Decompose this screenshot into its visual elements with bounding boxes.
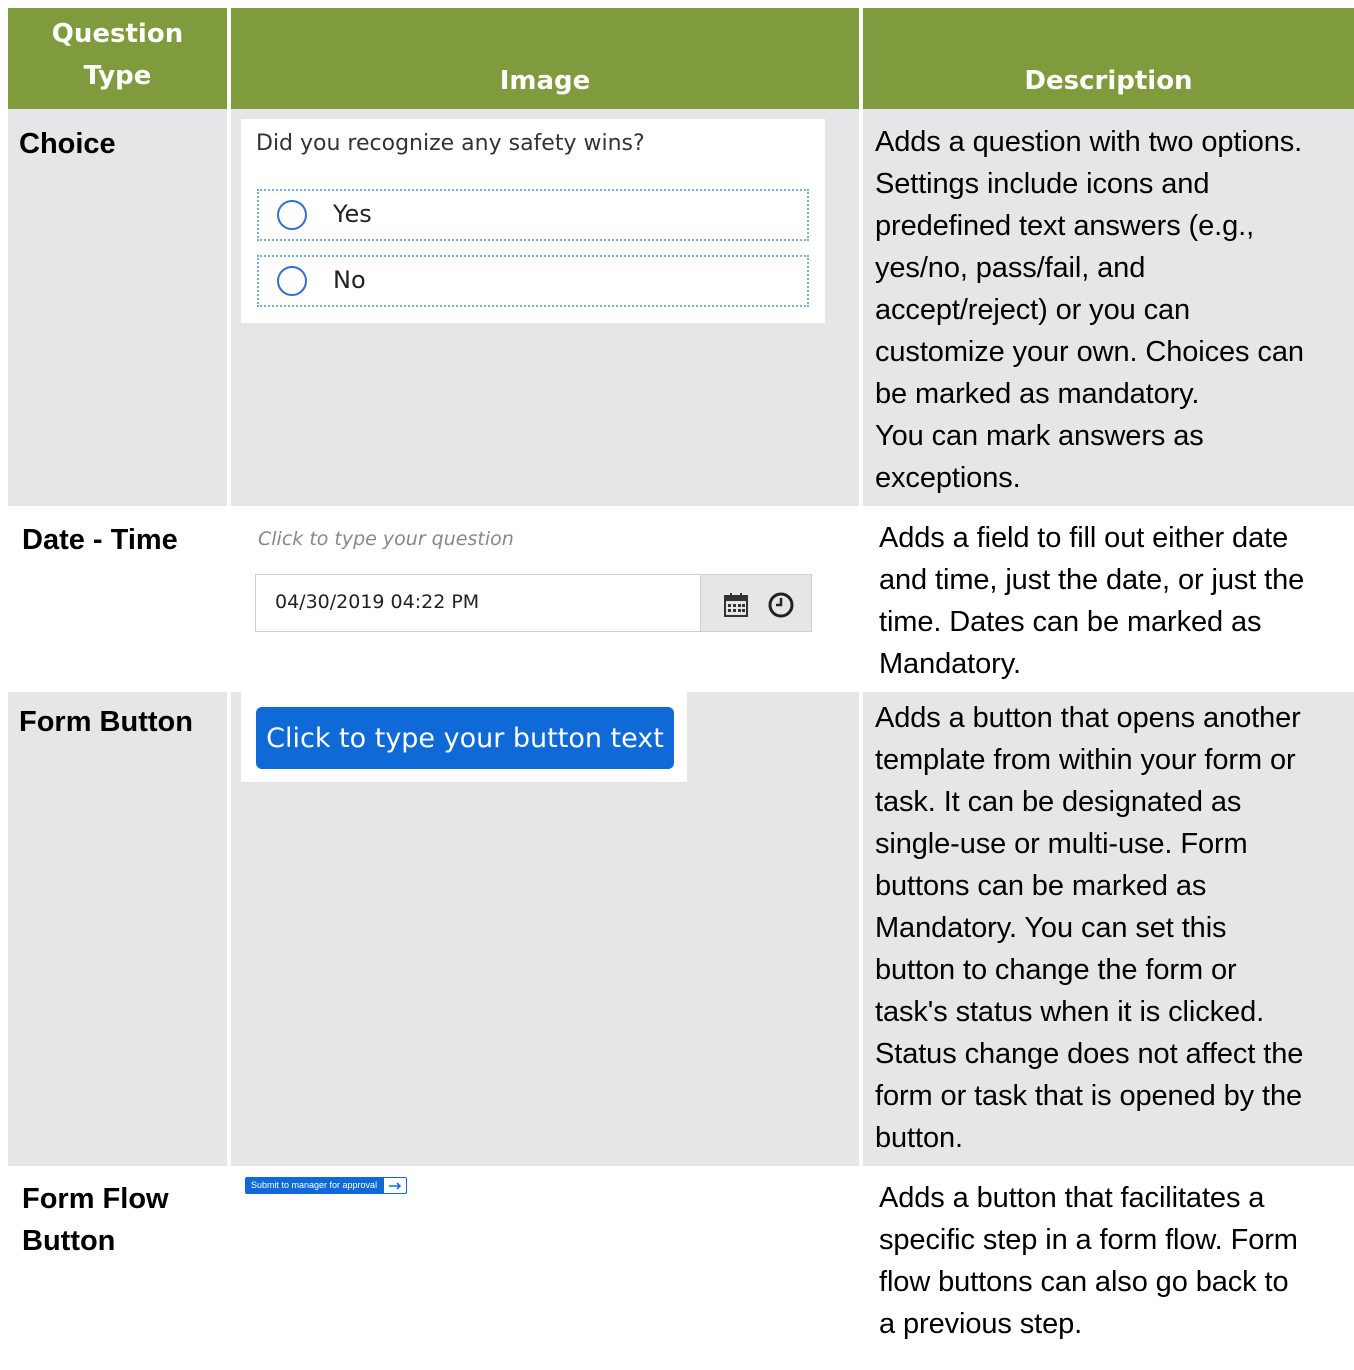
- description-line: exceptions.: [875, 462, 1021, 494]
- choice-option-label: No: [333, 266, 366, 294]
- description-line: and time, just the date, or just the: [879, 564, 1305, 596]
- description-cell: Adds a field to fill out either date and…: [863, 506, 1354, 692]
- description-line: task. It can be designated as: [875, 786, 1242, 818]
- image-cell: Click to type your button text: [231, 692, 859, 1166]
- description-line: specific step in a form flow. Form: [879, 1224, 1298, 1256]
- description-line: accept/reject) or you can: [875, 294, 1191, 326]
- description-line: Adds a button that opens another: [875, 702, 1301, 734]
- description-cell: Adds a button that facilitates a specifi…: [863, 1166, 1354, 1356]
- radio-icon[interactable]: [277, 266, 307, 296]
- question-types-table: Question Type Image Description Choice D…: [8, 8, 1354, 1356]
- description-line: be marked as mandatory.: [875, 378, 1200, 410]
- header-question-type-line2: Type: [83, 61, 152, 91]
- description-line: buttons can be marked as: [875, 870, 1207, 902]
- description-line: Status change does not affect the: [875, 1038, 1304, 1070]
- form-button[interactable]: Click to type your button text: [256, 707, 674, 769]
- question-type-line: Form Flow: [22, 1183, 169, 1215]
- description-line: Adds a button that facilitates a: [879, 1182, 1265, 1214]
- date-time-addon: [700, 575, 811, 631]
- description-line: Settings include icons and: [875, 168, 1210, 200]
- table-row-choice: Choice Did you recognize any safety wins…: [8, 109, 1354, 506]
- question-type-line: Button: [22, 1225, 116, 1257]
- description-cell: Adds a question with two options. Settin…: [863, 109, 1354, 506]
- clock-icon[interactable]: [767, 591, 795, 619]
- description-line: Mandatory.: [879, 648, 1021, 680]
- header-question-type: Question Type: [8, 8, 227, 109]
- header-question-type-line1: Question: [51, 19, 184, 49]
- form-button-preview: Click to type your button text: [241, 692, 687, 782]
- table-row-form-button: Form Button Click to type your button te…: [8, 692, 1354, 1166]
- description-cell: Adds a button that opens another templat…: [863, 692, 1354, 1166]
- arrow-right-icon: [383, 1177, 408, 1194]
- question-type-label: Date - Time: [22, 524, 178, 556]
- description-line: button.: [875, 1122, 963, 1154]
- description-line: flow buttons can also go back to: [879, 1266, 1289, 1298]
- description-line: predefined text answers (e.g.,: [875, 210, 1255, 242]
- image-cell: Did you recognize any safety wins? Yes N…: [231, 109, 859, 506]
- table-row-date-time: Date - Time Adds a field to fill out eit…: [8, 506, 1354, 692]
- question-type-label: Choice: [8, 109, 227, 506]
- image-cell: [231, 1166, 859, 1356]
- calendar-icon[interactable]: [723, 592, 749, 618]
- description-line: a previous step.: [879, 1308, 1083, 1340]
- description-line: single-use or multi-use. Form: [875, 828, 1248, 860]
- description-line: You can mark answers as: [875, 420, 1204, 452]
- description-line: template from within your form or: [875, 744, 1296, 776]
- description-line: Adds a question with two options.: [875, 126, 1303, 158]
- form-flow-button-label: Submit to manager for approval: [245, 1177, 384, 1194]
- description-line: customize your own. Choices can: [875, 336, 1304, 368]
- form-flow-button[interactable]: Submit to manager for approval: [245, 1177, 408, 1194]
- table-row-form-flow-button: Form Flow Button Adds a button that faci…: [8, 1166, 1354, 1356]
- description-line: button to change the form or: [875, 954, 1237, 986]
- choice-question-text: Did you recognize any safety wins?: [256, 131, 645, 156]
- radio-icon[interactable]: [277, 200, 307, 230]
- description-line: form or task that is opened by the: [875, 1080, 1302, 1112]
- date-time-value: 04/30/2019 04:22 PM: [275, 591, 480, 613]
- description-line: Mandatory. You can set this: [875, 912, 1227, 944]
- header-image: Image: [231, 8, 859, 109]
- choice-option-no[interactable]: No: [257, 255, 809, 307]
- choice-option-label: Yes: [333, 200, 372, 228]
- choice-question-preview: Did you recognize any safety wins? Yes N…: [241, 119, 825, 323]
- description-line: Adds a field to fill out either date: [879, 522, 1289, 554]
- description-line: yes/no, pass/fail, and: [875, 252, 1146, 284]
- choice-option-yes[interactable]: Yes: [257, 189, 809, 241]
- header-description: Description: [863, 8, 1354, 109]
- date-time-field[interactable]: 04/30/2019 04:22 PM: [255, 574, 812, 632]
- description-line: task's status when it is clicked.: [875, 996, 1265, 1028]
- question-type-label: Form Flow Button: [8, 1166, 227, 1356]
- table-header: Question Type Image Description: [8, 8, 1354, 109]
- date-question-placeholder[interactable]: Click to type your question: [258, 528, 514, 550]
- description-line: time. Dates can be marked as: [879, 606, 1262, 638]
- question-type-label: Form Button: [8, 692, 227, 1166]
